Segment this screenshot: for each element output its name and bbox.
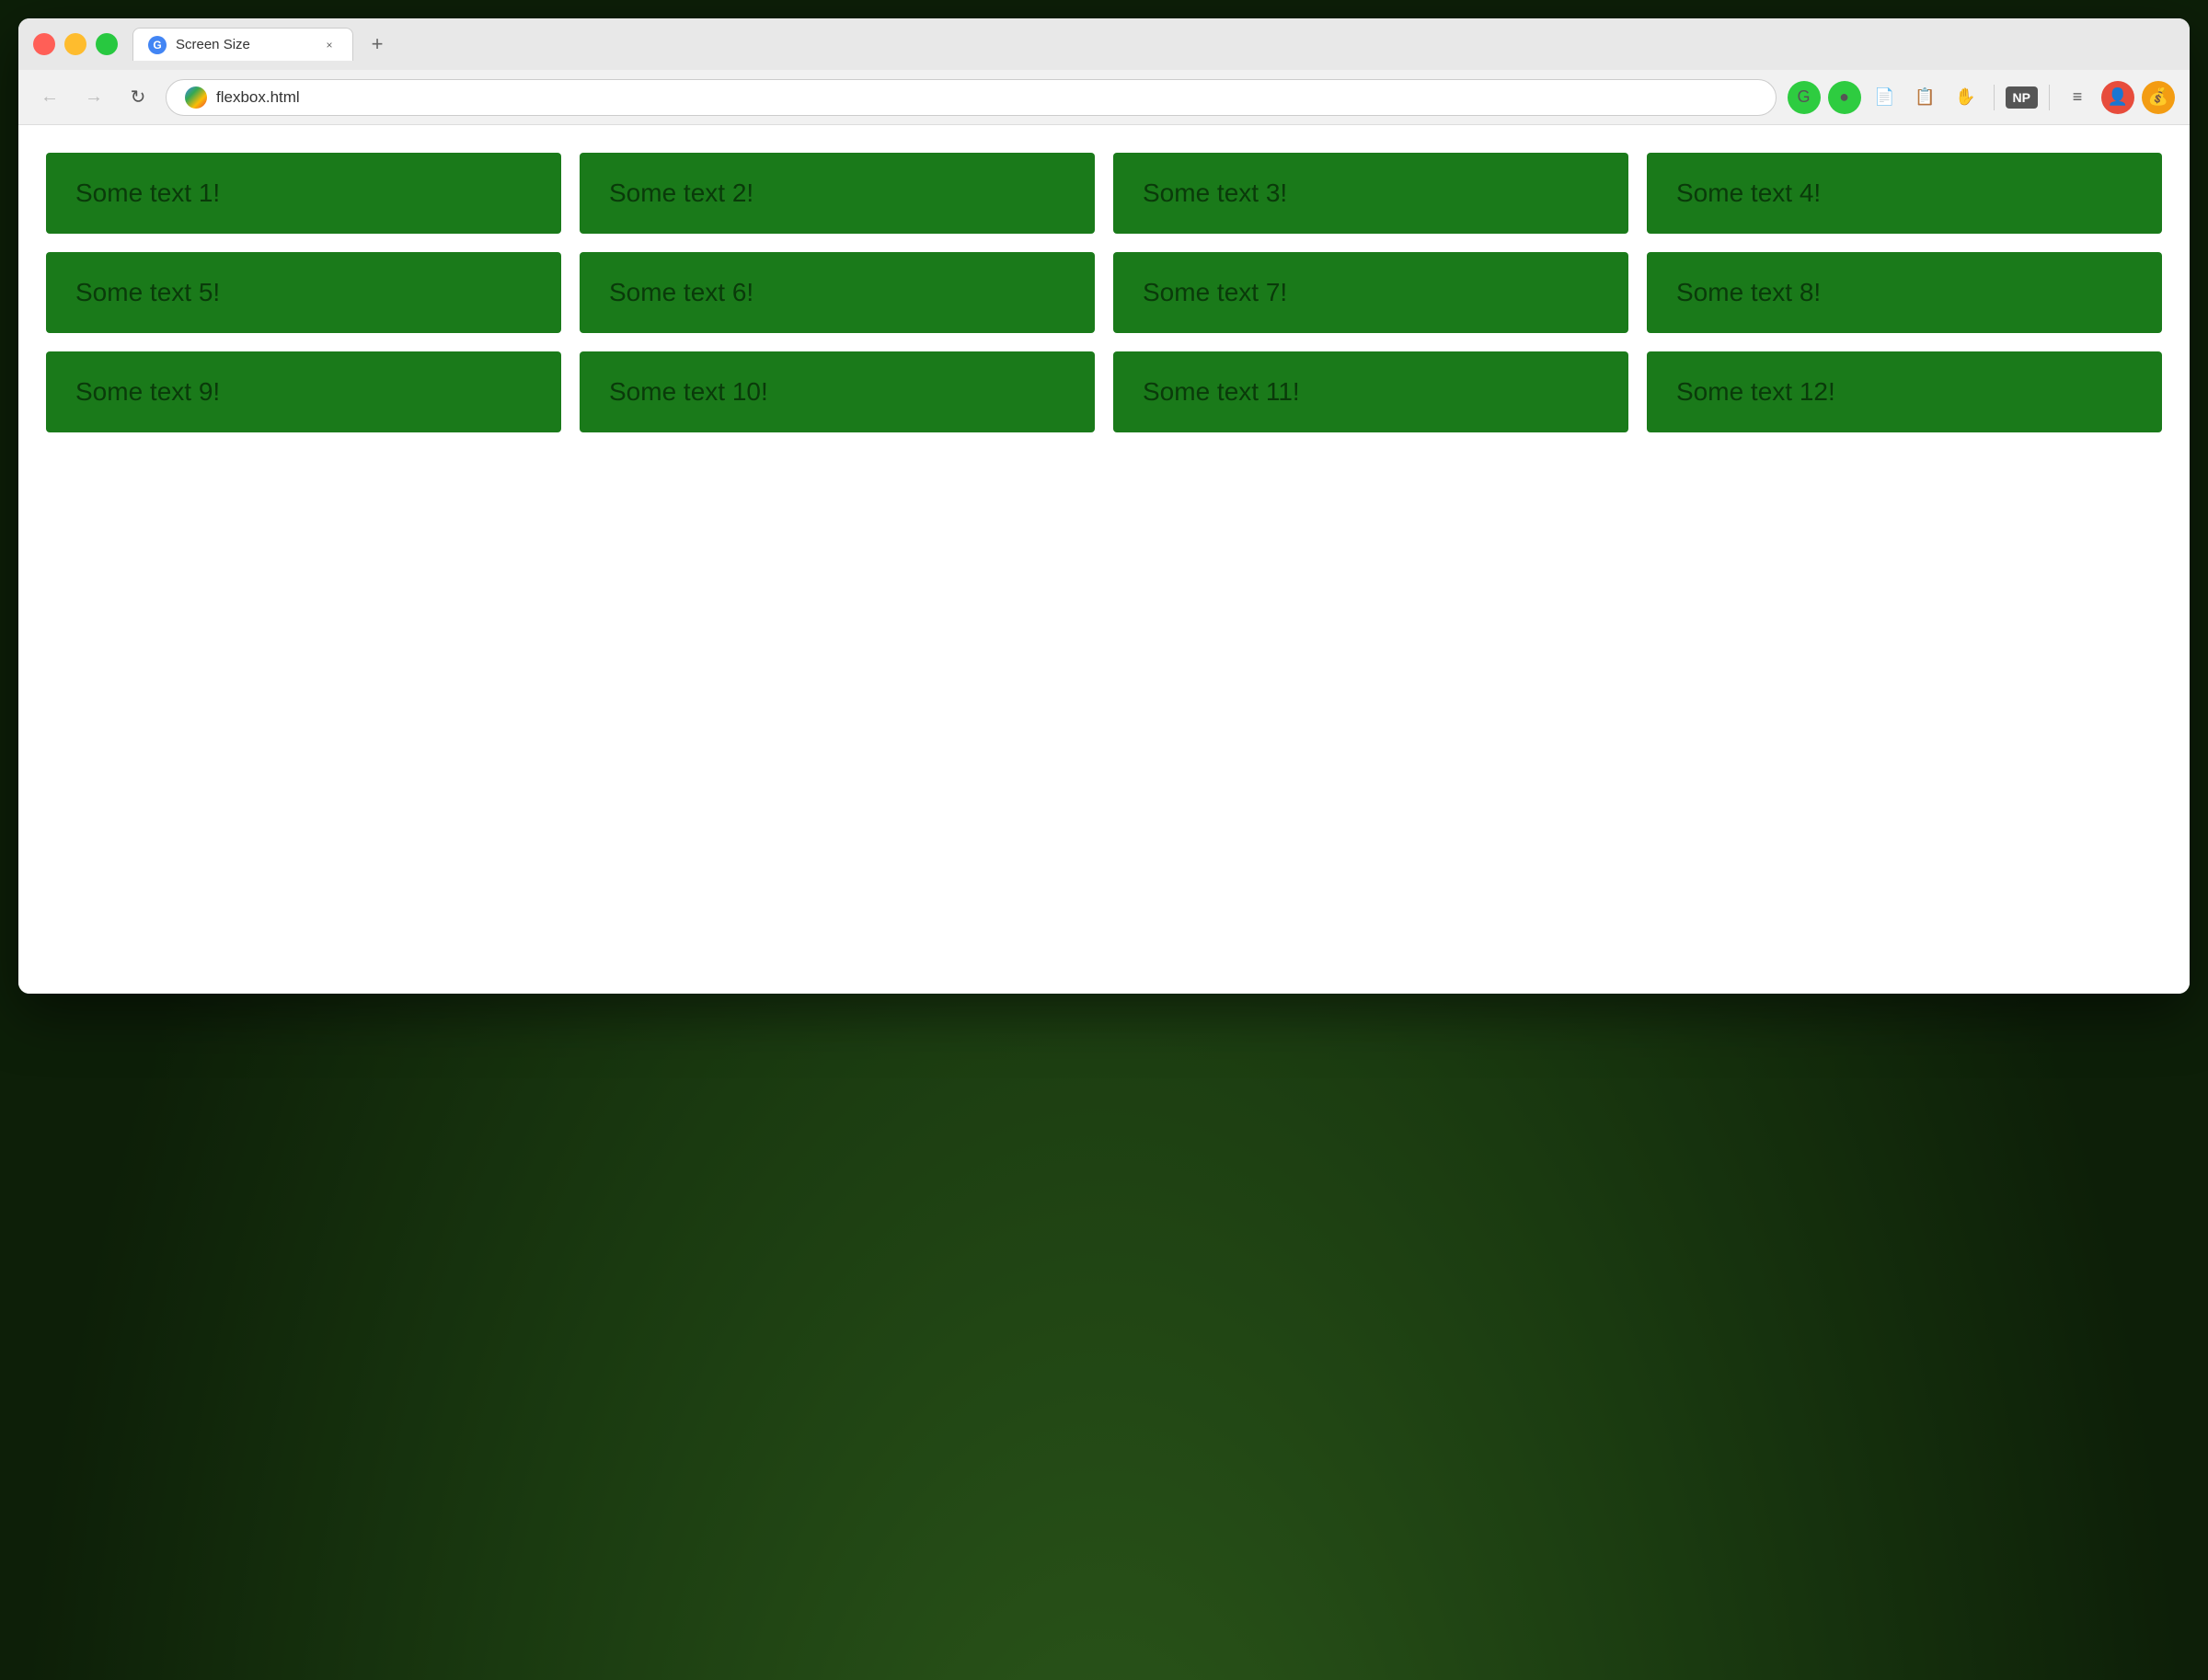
grid-item-7: Some text 7! — [1113, 252, 1628, 333]
np-badge[interactable]: NP — [2006, 86, 2038, 109]
traffic-lights — [33, 33, 118, 55]
menu-icon[interactable]: ≡ — [2061, 81, 2094, 114]
tab-title: Screen Size — [176, 37, 312, 52]
grid-item-2: Some text 2! — [580, 153, 1095, 234]
maximize-button[interactable] — [96, 33, 118, 55]
grid-item-5: Some text 5! — [46, 252, 561, 333]
extension-icon-3[interactable]: 📄 — [1869, 81, 1902, 114]
grid-item-8: Some text 8! — [1647, 252, 2162, 333]
new-tab-button[interactable]: + — [361, 28, 394, 61]
back-icon: ← — [40, 86, 59, 108]
google-icon — [185, 86, 207, 109]
forward-button[interactable]: → — [77, 81, 110, 114]
grid-item-4: Some text 4! — [1647, 153, 2162, 234]
title-bar: G Screen Size × + — [18, 18, 2190, 70]
tab-close-button[interactable]: × — [321, 37, 338, 53]
extension-icon-2[interactable]: ● — [1828, 81, 1861, 114]
page-content: Some text 1!Some text 2!Some text 3!Some… — [18, 125, 2190, 994]
extension-icon-4[interactable]: 📋 — [1909, 81, 1942, 114]
toolbar-divider — [1994, 85, 1995, 110]
browser-tab[interactable]: G Screen Size × — [132, 28, 353, 61]
grid-item-11: Some text 11! — [1113, 351, 1628, 432]
extension-icon-1[interactable]: G — [1788, 81, 1821, 114]
back-button[interactable]: ← — [33, 81, 66, 114]
flex-grid: Some text 1!Some text 2!Some text 3!Some… — [46, 153, 2162, 432]
navigation-bar: ← → ↻ flexbox.html G ● 📄 📋 ✋ NP ≡ 👤 💰 — [18, 70, 2190, 125]
wallet-icon[interactable]: 💰 — [2142, 81, 2175, 114]
extension-icon-5[interactable]: ✋ — [1949, 81, 1983, 114]
toolbar-icons: G ● 📄 📋 ✋ NP ≡ 👤 💰 — [1788, 81, 2175, 114]
minimize-button[interactable] — [64, 33, 86, 55]
grid-item-12: Some text 12! — [1647, 351, 2162, 432]
grid-item-1: Some text 1! — [46, 153, 561, 234]
url-text: flexbox.html — [216, 88, 300, 107]
toolbar-divider-2 — [2049, 85, 2050, 110]
grid-item-3: Some text 3! — [1113, 153, 1628, 234]
forward-icon: → — [85, 86, 103, 108]
address-bar[interactable]: flexbox.html — [166, 79, 1777, 116]
reload-icon: ↻ — [131, 86, 146, 109]
browser-window: G Screen Size × + ← → ↻ flexbox.html G ●… — [18, 18, 2190, 994]
grid-item-10: Some text 10! — [580, 351, 1095, 432]
grid-item-6: Some text 6! — [580, 252, 1095, 333]
user-icon[interactable]: 👤 — [2101, 81, 2134, 114]
reload-button[interactable]: ↻ — [121, 81, 155, 114]
close-button[interactable] — [33, 33, 55, 55]
tab-favicon: G — [148, 36, 167, 54]
grid-item-9: Some text 9! — [46, 351, 561, 432]
